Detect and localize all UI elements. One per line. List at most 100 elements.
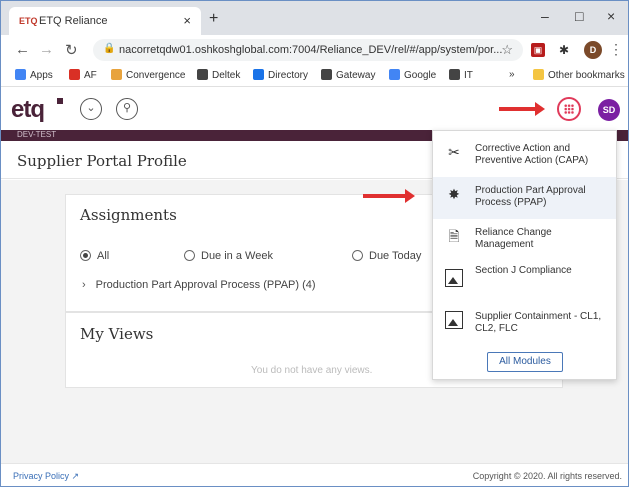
search-icon[interactable]: ⚲ [116, 98, 138, 120]
tab-title: ETQ Reliance [39, 15, 108, 27]
all-modules-button[interactable]: All Modules [487, 352, 563, 372]
document-icon: 🗎 [448, 228, 460, 244]
bookmark-it[interactable]: IT [449, 69, 473, 81]
bookmark-label: Gateway [336, 70, 376, 81]
reload-icon[interactable]: ↻ [65, 41, 78, 59]
url-text: nacorretqdw01.oshkoshglobal.com:7004/Rel… [119, 44, 503, 56]
bookmark-convergence[interactable]: Convergence [111, 69, 185, 81]
user-avatar[interactable]: SD [598, 99, 620, 121]
module-item-capa[interactable]: ✂ Corrective Action and Preventive Actio… [433, 135, 616, 177]
extensions-puzzle-icon[interactable]: ✱ [557, 43, 571, 57]
annotation-arrow [499, 102, 545, 116]
globe-icon [321, 69, 332, 80]
browser-menu-icon[interactable]: ⋮ [609, 41, 623, 58]
radio-label: Due in a Week [201, 250, 273, 262]
browser-profile-avatar[interactable]: D [584, 41, 602, 59]
modules-dropdown: ✂ Corrective Action and Preventive Actio… [432, 130, 617, 380]
module-label: Reliance Change Management [475, 227, 552, 250]
bookmark-gateway[interactable]: Gateway [321, 69, 375, 81]
back-arrow-icon[interactable]: ← [15, 41, 30, 58]
external-link-icon: ↗ [71, 471, 80, 481]
radio-label: All [97, 250, 110, 262]
chevron-right-icon: › [82, 279, 86, 291]
bookmark-label: Google [404, 70, 437, 81]
close-window-button[interactable]: × [607, 8, 615, 24]
bookmark-label: Deltek [212, 70, 241, 81]
bookmarks-bar: Apps AF Convergence Deltek Directory Gat… [1, 65, 628, 87]
bookmark-other[interactable]: Other bookmarks [533, 69, 625, 81]
ppap-icon: ✸ [448, 186, 460, 202]
google-icon [389, 69, 400, 80]
browser-window: ETQ ETQ Reliance × + – □ × ← → ↻ 🔒 nacor… [0, 0, 629, 487]
convergence-icon [111, 69, 122, 80]
copyright-text: Copyright © 2020. All rights reserved. [472, 471, 622, 481]
bookmark-label: IT [464, 70, 473, 81]
radio-icon [184, 250, 195, 261]
filter-due-week-radio[interactable]: Due in a Week [184, 250, 273, 262]
image-icon [445, 269, 463, 287]
filter-due-today-radio[interactable]: Due Today [352, 250, 421, 262]
bookmark-star-icon[interactable]: ☆ [501, 42, 513, 58]
bookmark-label: Other bookmarks [548, 70, 625, 81]
image-icon [445, 311, 463, 329]
environment-label: DEV-TEST [17, 130, 57, 139]
minimize-button[interactable]: – [541, 8, 549, 24]
bookmark-deltek[interactable]: Deltek [197, 69, 240, 81]
bookmark-label: Convergence [126, 70, 186, 81]
modules-button[interactable] [557, 97, 581, 121]
empty-views-note: You do not have any views. [251, 365, 373, 376]
capa-icon: ✂ [448, 144, 460, 160]
folder-icon [533, 69, 544, 80]
chevron-down-icon[interactable]: ⌄ [80, 98, 102, 120]
bookmark-label: Apps [30, 70, 53, 81]
pdf-extension-icon[interactable]: ▣ [531, 43, 545, 57]
module-item-ppap[interactable]: ✸ Production Part Approval Process (PPAP… [433, 177, 616, 219]
tab-close-icon[interactable]: × [183, 13, 191, 28]
module-label: Supplier Containment - CL1, CL2, FLC [475, 311, 602, 334]
bookmark-apps[interactable]: Apps [15, 69, 53, 81]
privacy-policy-link[interactable]: Privacy Policy ↗ [13, 471, 79, 482]
module-label: Corrective Action and Preventive Action … [475, 143, 589, 166]
radio-label: Due Today [369, 250, 422, 262]
bookmark-af[interactable]: AF [69, 69, 97, 81]
etq-favicon-icon: ETQ [19, 16, 38, 26]
my-views-title: My Views [80, 325, 154, 343]
browser-tab[interactable]: ETQ ETQ Reliance × [9, 7, 201, 35]
module-item-section-j[interactable]: Section J Compliance [433, 261, 616, 303]
logo-mark-icon [57, 98, 63, 104]
assignment-label: Production Part Approval Process (PPAP) … [95, 279, 316, 291]
bookmark-directory[interactable]: Directory [253, 69, 308, 81]
address-bar[interactable]: 🔒 nacorretqdw01.oshkoshglobal.com:7004/R… [93, 39, 523, 61]
maximize-button[interactable]: □ [575, 8, 583, 24]
etq-logo: etq [11, 96, 45, 123]
forward-arrow-icon[interactable]: → [39, 41, 54, 58]
radio-selected-icon [80, 250, 91, 261]
assignment-row[interactable]: › Production Part Approval Process (PPAP)… [82, 279, 316, 291]
new-tab-button[interactable]: + [209, 10, 218, 28]
page-title: Supplier Portal Profile [17, 152, 187, 170]
module-label: Section J Compliance [475, 265, 572, 276]
privacy-label: Privacy Policy [13, 471, 70, 481]
module-label: Production Part Approval Process (PPAP) [475, 185, 586, 208]
filter-all-radio[interactable]: All [80, 250, 109, 262]
bookmarks-overflow-icon[interactable]: » [509, 69, 515, 80]
apps-grid-icon [15, 69, 26, 80]
app-header: etq ⌄ ⚲ SD [1, 88, 628, 130]
browser-toolbar: ← → ↻ 🔒 nacorretqdw01.oshkoshglobal.com:… [1, 35, 628, 65]
assignments-title: Assignments [80, 206, 177, 224]
grid-icon [564, 104, 574, 114]
module-item-supplier-containment[interactable]: Supplier Containment - CL1, CL2, FLC [433, 303, 616, 345]
bookmark-label: Directory [268, 70, 309, 81]
globe-icon [197, 69, 208, 80]
radio-icon [352, 250, 363, 261]
lock-icon: 🔒 [103, 43, 116, 54]
bookmark-label: AF [84, 70, 97, 81]
annotation-arrow [363, 189, 415, 203]
af-icon [69, 69, 80, 80]
directory-icon [253, 69, 264, 80]
tab-strip: ETQ ETQ Reliance × + – □ × [1, 1, 628, 35]
module-item-change-management[interactable]: 🗎 Reliance Change Management [433, 219, 616, 261]
footer: Privacy Policy ↗ Copyright © 2020. All r… [1, 463, 628, 486]
globe-icon [449, 69, 460, 80]
bookmark-google[interactable]: Google [389, 69, 436, 81]
